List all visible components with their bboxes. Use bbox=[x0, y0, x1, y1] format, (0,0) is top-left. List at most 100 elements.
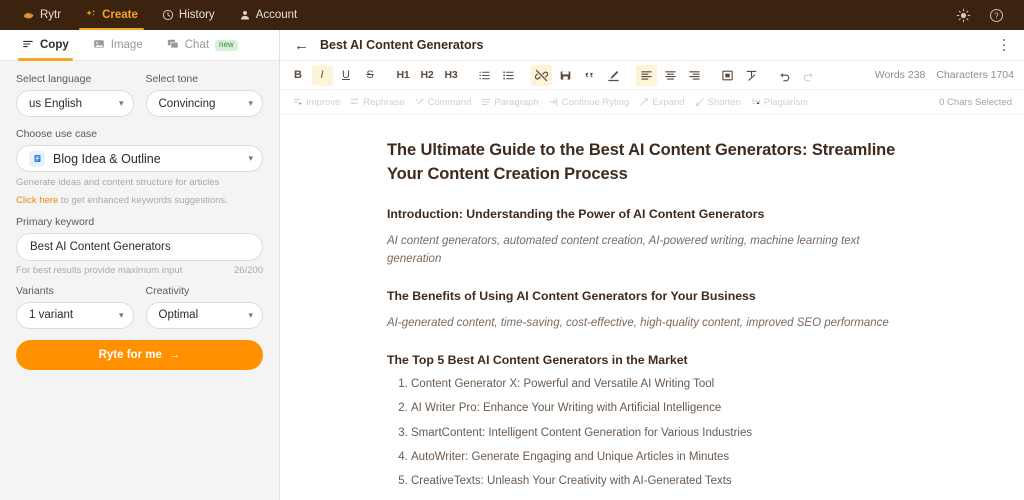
insert-image-button[interactable] bbox=[555, 65, 576, 86]
document-body[interactable]: The Ultimate Guide to the Best AI Conten… bbox=[387, 139, 917, 500]
paragraph-button[interactable]: Paragraph bbox=[476, 97, 543, 108]
tab-label: Copy bbox=[40, 39, 69, 51]
language-label: Select language bbox=[16, 73, 92, 85]
language-select[interactable]: us English ▾ bbox=[16, 90, 134, 117]
command-button[interactable]: Command bbox=[410, 97, 477, 108]
format-toolbar: B I U S H1 H2 H3 Words 238 Characters 17… bbox=[280, 61, 1024, 90]
ryte-for-me-button[interactable]: Ryte for me → bbox=[16, 339, 263, 370]
bold-button[interactable]: B bbox=[288, 65, 309, 86]
heading-1-button[interactable]: H1 bbox=[393, 65, 414, 86]
rytr-logo-icon bbox=[22, 9, 35, 22]
improve-button[interactable]: Improve bbox=[288, 97, 345, 108]
primary-keyword-field-group: Primary keyword For best results provide… bbox=[16, 216, 263, 276]
tone-select[interactable]: Convincing ▾ bbox=[145, 90, 263, 117]
command-wand-icon bbox=[414, 97, 425, 107]
new-badge: new bbox=[215, 39, 238, 51]
unlink-button[interactable] bbox=[530, 64, 552, 86]
heading-3-button[interactable]: H3 bbox=[441, 65, 462, 86]
tab-image[interactable]: Image bbox=[81, 30, 155, 61]
strikethrough-button[interactable]: S bbox=[360, 65, 381, 86]
list-item: AutoWriter: Generate Engaging and Unique… bbox=[411, 449, 917, 467]
highlight-pen-button[interactable] bbox=[603, 65, 624, 86]
heading-2-button[interactable]: H2 bbox=[417, 65, 438, 86]
chevron-down-icon: ▾ bbox=[118, 98, 124, 108]
blockquote-button[interactable] bbox=[579, 65, 600, 86]
insert-table-button[interactable] bbox=[717, 65, 738, 86]
list-item: SmartContent: Intelligent Content Genera… bbox=[411, 425, 917, 443]
use-case-select[interactable]: Blog Idea & Outline ▾ bbox=[16, 145, 263, 172]
creativity-label: Creativity bbox=[145, 284, 190, 297]
section-heading: The Benefits of Using AI Content Generat… bbox=[387, 288, 756, 303]
list-item: Content Generator X: Powerful and Versat… bbox=[411, 376, 917, 394]
chevron-down-icon: ▾ bbox=[248, 309, 253, 320]
sun-icon[interactable] bbox=[956, 8, 971, 23]
chevron-down-icon: ▾ bbox=[118, 309, 124, 320]
user-icon bbox=[239, 9, 251, 21]
use-case-value: Blog Idea & Outline bbox=[53, 151, 161, 166]
help-circle-icon[interactable]: ? bbox=[989, 8, 1004, 23]
numbered-list-button[interactable] bbox=[474, 65, 495, 86]
document-scroll-area[interactable]: The Ultimate Guide to the Best AI Conten… bbox=[280, 115, 1024, 500]
topnav-item-history[interactable]: History bbox=[150, 0, 227, 30]
top-navigation-bar: Rytr Create History Account ? bbox=[0, 0, 1024, 30]
undo-button[interactable] bbox=[774, 65, 795, 86]
kebab-menu-icon[interactable] bbox=[996, 34, 1013, 57]
topnav-item-account[interactable]: Account bbox=[227, 0, 310, 30]
topnav-item-create[interactable]: Create bbox=[73, 0, 150, 30]
topnav-label: Account bbox=[255, 9, 298, 21]
italic-button[interactable]: I bbox=[311, 64, 333, 86]
image-icon bbox=[93, 38, 105, 53]
chevron-down-icon: ▾ bbox=[248, 98, 253, 108]
section-keywords: AI content generators, automated content… bbox=[387, 235, 860, 265]
plagiarism-button[interactable]: Plagiarism bbox=[746, 97, 813, 108]
action-label: Paragraph bbox=[494, 96, 539, 108]
page-title: Best AI Content Generators bbox=[320, 38, 484, 52]
topnav-label: Rytr bbox=[40, 9, 62, 21]
ryte-for-me-label: Ryte for me bbox=[98, 348, 162, 361]
rephrase-button[interactable]: Rephrase bbox=[345, 97, 409, 108]
expand-button[interactable]: Expand bbox=[634, 97, 689, 108]
expand-icon bbox=[639, 97, 649, 107]
word-character-counts: Words 238 Characters 1704 bbox=[875, 69, 1014, 81]
shorten-icon bbox=[695, 97, 705, 107]
document-header: ← Best AI Content Generators bbox=[280, 30, 1024, 61]
continue-ryting-button[interactable]: Continue Ryting bbox=[544, 97, 635, 108]
ordered-list: Content Generator X: Powerful and Versat… bbox=[387, 376, 917, 491]
use-case-field-group: Choose use case Blog Idea & Outline ▾ Ge… bbox=[16, 128, 263, 208]
align-right-button[interactable] bbox=[684, 65, 705, 86]
tab-chat[interactable]: Chat new bbox=[155, 30, 250, 61]
topnav-item-rytr[interactable]: Rytr bbox=[10, 0, 73, 30]
tab-label: Chat bbox=[184, 39, 210, 51]
section-keywords: AI-generated content, time-saving, cost-… bbox=[387, 316, 889, 329]
creativity-select[interactable]: Optimal ▾ bbox=[145, 301, 263, 329]
arrow-right-icon: → bbox=[168, 348, 181, 361]
bullet-list-button[interactable] bbox=[498, 65, 519, 86]
enhanced-keywords-link[interactable]: Click here bbox=[16, 195, 58, 206]
tab-copy[interactable]: Copy bbox=[10, 30, 81, 61]
action-label: Command bbox=[427, 96, 472, 108]
use-case-label: Choose use case bbox=[16, 128, 98, 140]
clear-format-button[interactable] bbox=[741, 65, 762, 86]
align-center-button[interactable] bbox=[660, 65, 681, 86]
topnav-right-group: ? bbox=[956, 8, 1014, 23]
action-label: Continue Ryting bbox=[561, 96, 630, 108]
primary-keyword-input[interactable] bbox=[16, 232, 263, 261]
shorten-button[interactable]: Shorten bbox=[690, 97, 746, 108]
lines-icon bbox=[22, 38, 34, 53]
word-count: Words 238 bbox=[874, 69, 926, 81]
arrow-left-icon[interactable]: ← bbox=[294, 38, 309, 53]
clock-icon bbox=[162, 9, 174, 21]
redo-button[interactable] bbox=[798, 65, 819, 86]
use-case-hint-text: Generate ideas and content structure for… bbox=[16, 177, 220, 188]
blog-doc-icon bbox=[29, 150, 45, 167]
underline-button[interactable]: U bbox=[336, 65, 357, 86]
tone-field-group: Select tone Convincing ▾ bbox=[145, 73, 263, 117]
language-field-group: Select language us English ▾ bbox=[16, 73, 134, 117]
primary-keyword-counter: 26/200 bbox=[233, 264, 263, 276]
tab-label: Image bbox=[110, 39, 143, 51]
primary-keyword-label: Primary keyword bbox=[16, 215, 95, 228]
align-left-button[interactable] bbox=[635, 64, 657, 86]
chevron-down-icon: ▾ bbox=[248, 153, 253, 163]
generation-form: Select language us English ▾ Select tone… bbox=[0, 61, 279, 500]
variants-select[interactable]: 1 variant ▾ bbox=[16, 301, 134, 329]
